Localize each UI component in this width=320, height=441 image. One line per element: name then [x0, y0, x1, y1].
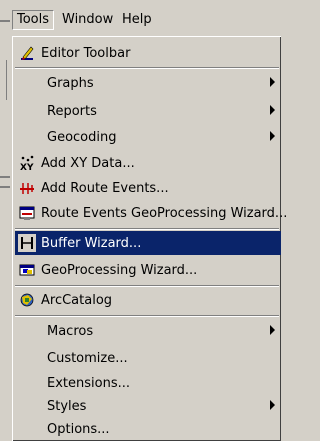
menu-item-add-xy-data[interactable]: XY Add XY Data... — [15, 151, 281, 175]
menu-item-arccatalog[interactable]: ArcCatalog — [15, 288, 281, 312]
menu-help[interactable]: Help — [118, 10, 156, 30]
geoprocessing-icon — [18, 261, 36, 279]
background-divider — [6, 60, 7, 100]
menu-item-label: Customize... — [47, 350, 128, 366]
menu-item-route-events-geoprocessing-wizard[interactable]: Route Events GeoProcessing Wizard... — [15, 201, 287, 225]
menu-item-label: ArcCatalog — [41, 292, 113, 308]
menu-item-geoprocessing-wizard[interactable]: GeoProcessing Wizard... — [15, 258, 281, 282]
menu-separator — [15, 315, 279, 317]
menu-item-label: GeoProcessing Wizard... — [41, 262, 198, 278]
menu-item-buffer-wizard[interactable]: Buffer Wizard... — [15, 231, 281, 255]
menu-item-extensions[interactable]: Extensions... — [15, 371, 281, 395]
tools-dropdown-menu: Editor Toolbar Graphs Reports Geocoding … — [12, 36, 287, 441]
background-divider — [0, 20, 10, 22]
menu-item-options[interactable]: Options... — [15, 417, 281, 441]
svg-text:XY: XY — [20, 163, 34, 171]
menu-item-label: Macros — [47, 323, 94, 339]
menu-item-customize[interactable]: Customize... — [15, 346, 281, 370]
route-geoprocessing-icon — [18, 204, 36, 222]
menu-separator — [15, 67, 279, 69]
menu-item-reports[interactable]: Reports — [15, 99, 281, 123]
menu-item-label: Add Route Events... — [41, 180, 169, 196]
submenu-arrow-icon — [270, 400, 275, 410]
buffer-icon — [18, 234, 36, 252]
menu-separator — [15, 228, 279, 230]
menu-item-label: Add XY Data... — [41, 155, 135, 171]
menu-item-label: Editor Toolbar — [41, 45, 131, 61]
menu-item-graphs[interactable]: Graphs — [15, 71, 281, 95]
menu-item-add-route-events[interactable]: Add Route Events... — [15, 176, 281, 200]
menu-item-geocoding[interactable]: Geocoding — [15, 125, 281, 149]
menu-item-styles[interactable]: Styles — [15, 394, 281, 418]
menu-item-editor-toolbar[interactable]: Editor Toolbar — [15, 41, 281, 65]
background-divider — [0, 186, 10, 188]
menu-item-label: Reports — [47, 103, 97, 119]
submenu-arrow-icon — [270, 131, 275, 141]
submenu-arrow-icon — [270, 105, 275, 115]
pencil-icon — [18, 44, 36, 62]
menu-item-label: Geocoding — [47, 129, 117, 145]
menu-item-label: Route Events GeoProcessing Wizard... — [41, 205, 288, 221]
menu-separator — [15, 285, 279, 287]
menu-item-label: Extensions... — [47, 375, 130, 391]
route-events-icon — [18, 179, 36, 197]
menu-item-label: Buffer Wizard... — [41, 235, 142, 251]
arccatalog-icon — [18, 291, 36, 309]
menu-item-label: Graphs — [47, 75, 94, 91]
menu-item-label: Styles — [47, 398, 87, 414]
xy-data-icon: XY — [18, 154, 36, 172]
menu-bar: Tools Window Help — [10, 0, 280, 38]
menu-window[interactable]: Window — [58, 10, 117, 30]
menu-item-label: Options... — [47, 421, 110, 437]
submenu-arrow-icon — [270, 325, 275, 335]
background-divider — [0, 176, 10, 178]
menu-item-macros[interactable]: Macros — [15, 319, 281, 343]
menu-tools[interactable]: Tools — [12, 10, 55, 30]
submenu-arrow-icon — [270, 77, 275, 87]
